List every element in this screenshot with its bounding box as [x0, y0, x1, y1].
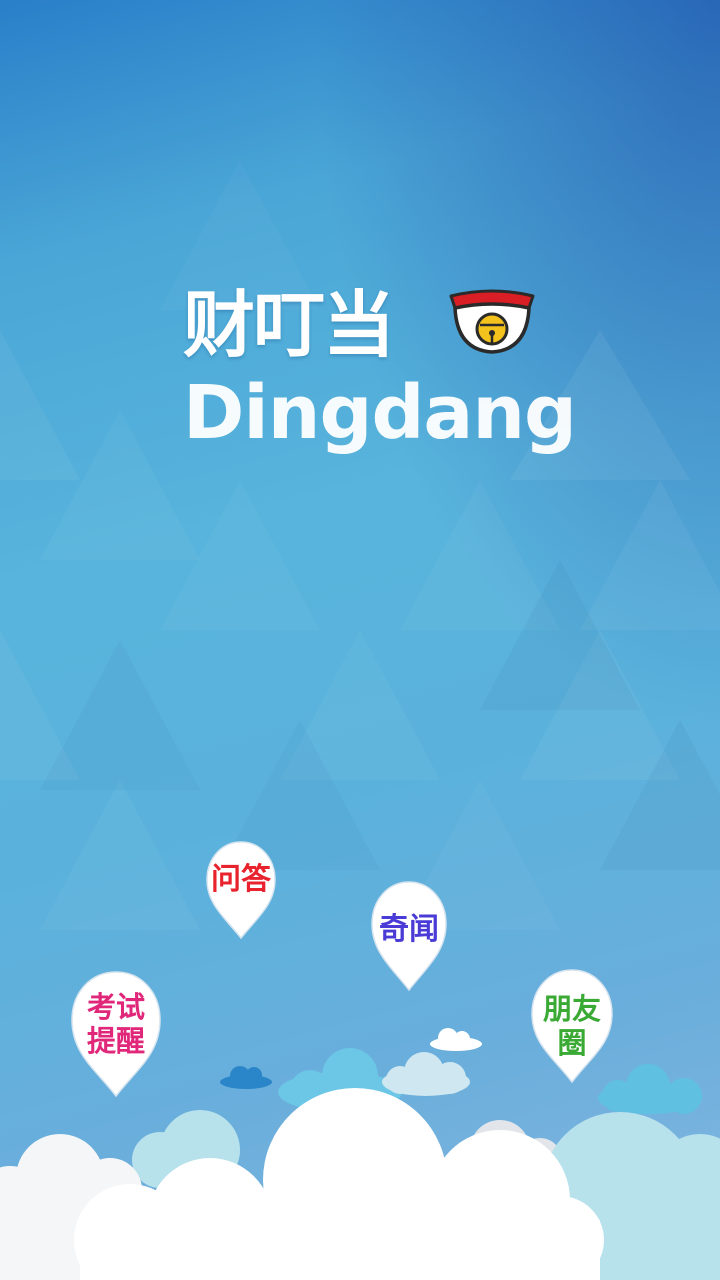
splash-screen: 财叮当 Dingdang 问答 奇闻 考试 提醒 朋友 圈 — [0, 0, 720, 1280]
app-title-chinese: 财叮当 — [183, 283, 395, 367]
qa-pin[interactable]: 问答 — [205, 840, 277, 940]
news-pin[interactable]: 奇闻 — [370, 880, 448, 992]
clouds-illustration — [0, 1028, 720, 1280]
app-title-english: Dingdang — [183, 370, 577, 456]
bell-collar-icon — [449, 289, 535, 354]
news-pin-label: 奇闻 — [379, 912, 439, 947]
qa-pin-label: 问答 — [211, 862, 271, 897]
